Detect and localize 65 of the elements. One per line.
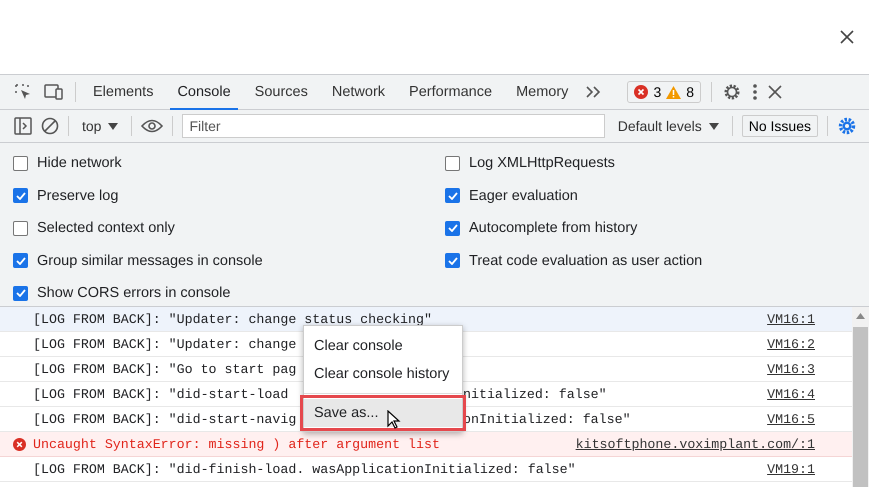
checkbox-label: Log XMLHttpRequests xyxy=(469,155,615,172)
source-link[interactable]: VM16:5 xyxy=(767,412,815,426)
checkbox[interactable] xyxy=(445,220,460,236)
tab[interactable]: Sources xyxy=(248,76,315,110)
levels-dropdown[interactable]: Default levels xyxy=(614,118,723,134)
checkbox-label: Show CORS errors in console xyxy=(37,285,230,302)
warning-count: 8 xyxy=(686,84,694,100)
issues-button[interactable]: No Issues xyxy=(742,115,818,137)
more-options-icon[interactable] xyxy=(752,83,758,101)
checkbox[interactable] xyxy=(13,286,28,301)
checkbox[interactable] xyxy=(13,188,28,204)
caret-icon xyxy=(708,122,719,130)
error-icon xyxy=(13,438,26,451)
checkbox-label: Preserve log xyxy=(37,188,118,204)
checkbox[interactable] xyxy=(13,220,28,236)
log-message: [LOG FROM BACK]: "Updater: change status checking" xyxy=(33,312,432,326)
checkbox-label: Autocomplete from history xyxy=(469,220,638,236)
source-link[interactable]: VM19:1 xyxy=(767,462,815,476)
checkbox[interactable] xyxy=(13,156,28,171)
settings-icon[interactable] xyxy=(837,116,857,136)
menu-item[interactable]: Clear console xyxy=(304,332,462,360)
checkbox-label: Eager evaluation xyxy=(469,188,578,204)
source-link[interactable]: kitsoftphone.voximplant.com/:1 xyxy=(576,436,815,452)
eye-icon[interactable] xyxy=(141,119,164,133)
close-icon[interactable] xyxy=(768,85,782,99)
error-count: 3 xyxy=(653,84,662,100)
sidebar-icon[interactable] xyxy=(14,117,32,135)
close-icon[interactable] xyxy=(840,30,854,44)
log-message: onInitialized: false" xyxy=(463,412,631,426)
device-icon[interactable] xyxy=(43,82,65,102)
filter-field[interactable]: Filter xyxy=(182,114,605,138)
scrollbar[interactable] xyxy=(852,307,869,487)
scroll-up-icon[interactable] xyxy=(856,313,865,319)
tab[interactable]: Performance xyxy=(402,76,500,110)
settings-icon[interactable] xyxy=(722,82,742,102)
checkbox-label: Selected context only xyxy=(37,220,175,236)
tab[interactable]: Memory xyxy=(509,76,576,110)
log-message: [LOG FROM BACK]: "Updater: change xyxy=(33,336,296,352)
warning-icon xyxy=(666,86,682,98)
checkbox-label: Group similar messages in console xyxy=(37,252,263,269)
issue-counter[interactable]: 3 8 xyxy=(627,81,702,103)
source-link[interactable]: VM16:1 xyxy=(767,312,815,326)
log-message: nitialized: false" xyxy=(463,386,607,402)
caret-icon xyxy=(108,122,118,130)
log-message: [LOG FROM BACK]: "Go to start pag xyxy=(33,362,296,376)
log-message: [LOG FROM BACK]: "did-finish-load. wasApplicationInitialized: false" xyxy=(33,462,576,476)
menu-item[interactable]: Save as... xyxy=(304,399,462,427)
log-message: Uncaught SyntaxError: missing ) after argument list xyxy=(33,436,440,452)
error-icon xyxy=(634,85,648,99)
source-link[interactable]: VM16:3 xyxy=(767,362,815,376)
checkbox[interactable] xyxy=(445,188,460,204)
clear-icon[interactable] xyxy=(41,117,59,135)
menu-item[interactable]: Clear console history xyxy=(304,360,462,388)
source-link[interactable]: VM16:4 xyxy=(767,386,815,402)
checkbox-label: Treat code evaluation as user action xyxy=(469,252,702,269)
log-message: [LOG FROM BACK]: "did-start-load xyxy=(33,386,288,402)
context-dropdown[interactable]: top xyxy=(78,118,122,134)
checkbox-label: Hide network xyxy=(37,155,122,172)
checkbox[interactable] xyxy=(13,253,28,268)
tab[interactable]: Network xyxy=(324,76,392,110)
source-link[interactable]: VM16:2 xyxy=(767,336,815,352)
log-message: [LOG FROM BACK]: "did-start-navig xyxy=(33,412,296,426)
checkbox[interactable] xyxy=(445,253,460,268)
checkbox[interactable] xyxy=(445,156,460,171)
tab[interactable]: Elements xyxy=(86,76,160,110)
